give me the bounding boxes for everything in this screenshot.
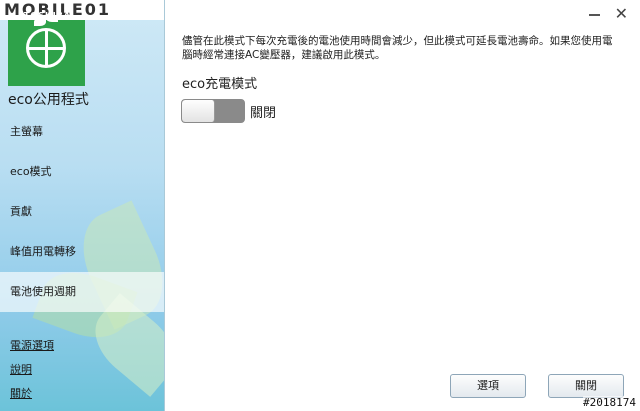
sidebar-item-home[interactable]: 主螢幕 xyxy=(0,112,164,152)
mode-description: 儘管在此模式下每次充電後的電池使用時間會減少，但此模式可延長電池壽命。如果您使用… xyxy=(182,35,613,61)
options-button[interactable]: 選項 xyxy=(450,374,526,398)
close-button[interactable]: 關閉 xyxy=(548,374,624,398)
help-link[interactable]: 說明 xyxy=(10,360,54,384)
sidebar-item-peak-shift[interactable]: 峰值用電轉移 xyxy=(0,232,164,272)
sidebar: TOSHIBA eco公用程式 主螢幕 eco模式 貢獻 峰值用電轉移 電池使用… xyxy=(0,0,165,411)
globe-icon xyxy=(26,28,66,68)
minimize-button[interactable] xyxy=(589,14,600,16)
app-title: eco公用程式 xyxy=(8,92,89,108)
about-link[interactable]: 關於 xyxy=(10,384,54,408)
sidebar-links: 電源選項 說明 關於 xyxy=(10,336,54,408)
sidebar-item-battery-cycle[interactable]: 電池使用週期 xyxy=(0,272,164,312)
sidebar-item-eco-mode[interactable]: eco模式 xyxy=(0,152,164,192)
toggle-knob xyxy=(182,100,215,122)
eco-charge-mode-label: eco充電模式 xyxy=(182,77,258,92)
sidebar-nav: 主螢幕 eco模式 貢獻 峰值用電轉移 電池使用週期 xyxy=(0,112,164,312)
sidebar-item-contribution[interactable]: 貢獻 xyxy=(0,192,164,232)
toggle-state-label: 關閉 xyxy=(250,106,277,121)
power-options-link[interactable]: 電源選項 xyxy=(10,336,54,360)
close-window-button[interactable]: ✕ xyxy=(615,4,628,23)
eco-charge-toggle[interactable] xyxy=(181,99,245,123)
image-id-watermark: #2018174 xyxy=(583,396,636,409)
toshiba-logo: TOSHIBA xyxy=(24,11,71,20)
